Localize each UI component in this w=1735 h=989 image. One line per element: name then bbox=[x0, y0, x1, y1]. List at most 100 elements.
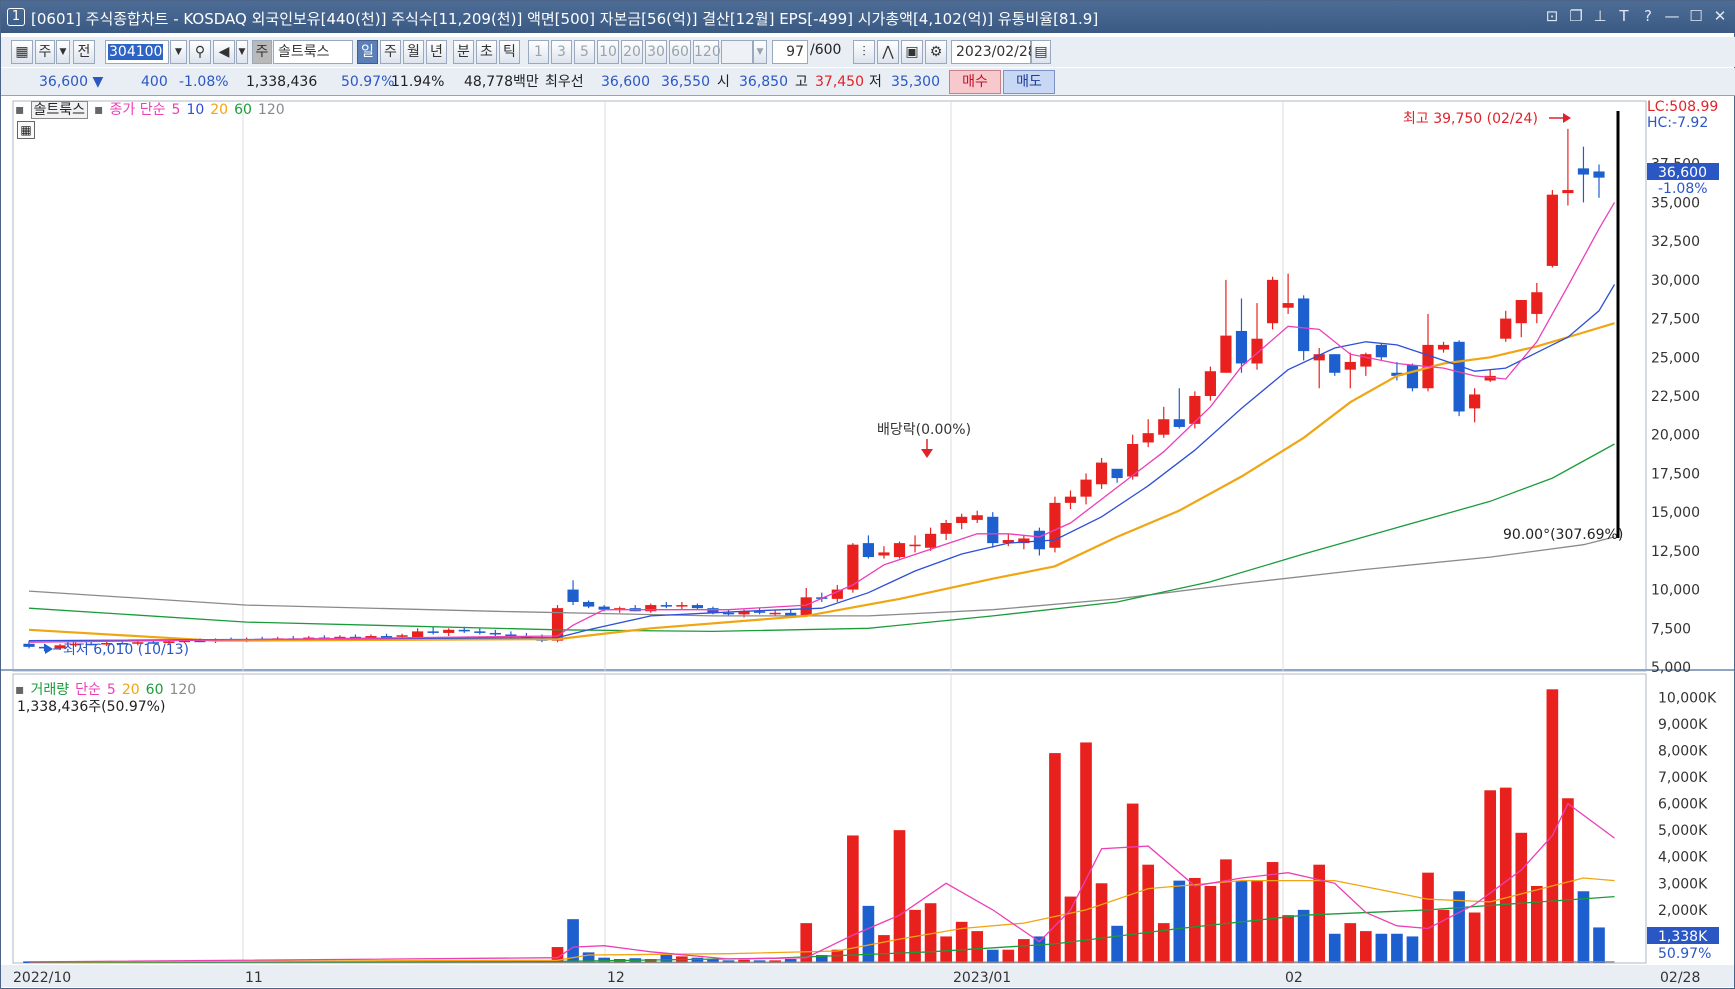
type-select[interactable]: 주 bbox=[35, 40, 55, 64]
code-input[interactable]: 304100 bbox=[105, 40, 169, 64]
price-axis-tick: 5,000 bbox=[1651, 660, 1691, 676]
volume-bar bbox=[893, 830, 906, 963]
help-icon[interactable]: ? bbox=[1638, 6, 1658, 26]
high-label: 고 bbox=[795, 74, 808, 90]
grid-table-icon[interactable]: ▦ bbox=[17, 121, 35, 139]
copy-window-icon[interactable]: ❐ bbox=[1566, 6, 1586, 26]
legend-ma60[interactable]: 60 bbox=[234, 102, 252, 118]
x-axis-label: 11 bbox=[245, 970, 263, 986]
candle-body bbox=[1577, 168, 1590, 175]
period-month-tab[interactable]: 월 bbox=[403, 40, 424, 64]
layout-icon[interactable]: ▦ bbox=[11, 40, 33, 64]
legend-ma-label[interactable]: 종가 단순 bbox=[110, 102, 166, 118]
turnover-value: 11.94% bbox=[391, 74, 445, 90]
period-minute-tab[interactable]: 분 bbox=[453, 40, 474, 64]
current-price: 36,600 ▼ bbox=[39, 71, 103, 93]
candle-body bbox=[1453, 341, 1465, 412]
sell-button[interactable]: 매도 bbox=[1003, 70, 1055, 94]
font-icon[interactable]: T bbox=[1614, 6, 1634, 26]
candle-body bbox=[971, 515, 983, 520]
volume-bar bbox=[1142, 864, 1155, 963]
search-icon[interactable]: ⚲ bbox=[189, 40, 211, 64]
speaker-icon[interactable]: ◀ bbox=[213, 40, 235, 64]
volume-bar bbox=[1360, 931, 1372, 963]
last-volume-pct-tag: 50.97% bbox=[1658, 946, 1711, 962]
candle-body bbox=[1173, 419, 1185, 427]
candle-body bbox=[800, 597, 812, 616]
count-input[interactable]: 97 bbox=[772, 40, 808, 64]
interval-60[interactable]: 60 bbox=[669, 40, 691, 64]
interval-1[interactable]: 1 bbox=[528, 40, 549, 64]
chart-window: 1 [0601] 주식종합차트 - KOSDAQ 외국인보유[440(천)] 주… bbox=[0, 0, 1735, 989]
period-tick-tab[interactable]: 틱 bbox=[499, 40, 520, 64]
interval-20[interactable]: 20 bbox=[621, 40, 643, 64]
legend-ma10[interactable]: 10 bbox=[186, 102, 204, 118]
date-input[interactable]: 2023/02/28 bbox=[951, 40, 1037, 64]
chart-area[interactable]: 5,000 7,500 10,000 12,500 15,000 17,500 20,000… bbox=[1, 97, 1734, 988]
chevron-down-icon[interactable]: ▼ bbox=[56, 40, 70, 64]
price-axis-tick: 30,000 bbox=[1651, 273, 1700, 289]
period-week-tab[interactable]: 주 bbox=[380, 40, 401, 64]
code-dropdown-icon[interactable]: ▼ bbox=[170, 40, 187, 64]
legend-ma5[interactable]: 5 bbox=[172, 102, 181, 118]
period-year-tab[interactable]: 년 bbox=[426, 40, 447, 64]
lc-label: LC:508.99 bbox=[1647, 99, 1718, 115]
calendar-icon[interactable]: ▤ bbox=[1031, 40, 1051, 64]
stock-name-field[interactable]: 솔트룩스 bbox=[273, 40, 353, 64]
tile-icon[interactable]: ⊡ bbox=[1542, 6, 1562, 26]
period-day-tab[interactable]: 일 bbox=[357, 40, 378, 64]
volume-value: 1,338,436 bbox=[246, 74, 318, 90]
volume-bar bbox=[986, 949, 999, 963]
candle-body bbox=[1111, 468, 1123, 479]
pin-icon[interactable]: ⊥ bbox=[1590, 6, 1610, 26]
prev-button[interactable]: 전 bbox=[73, 40, 95, 64]
volume-bar bbox=[1064, 896, 1077, 963]
candle-body bbox=[1266, 279, 1279, 324]
candle-body bbox=[1500, 318, 1512, 339]
legend-stock-name[interactable]: 솔트룩스 bbox=[30, 101, 89, 119]
volume-bar bbox=[1080, 742, 1092, 963]
candle-body bbox=[691, 605, 704, 609]
candle-body bbox=[1095, 462, 1108, 485]
legend-ma120[interactable]: 120 bbox=[258, 102, 285, 118]
range-annotation: 90.00°(307.69%) bbox=[1503, 527, 1623, 543]
interval-3[interactable]: 3 bbox=[551, 40, 572, 64]
volume-legend-ma120[interactable]: 120 bbox=[169, 682, 196, 698]
candle-body bbox=[23, 643, 35, 647]
volume-axis-tick: 6,000K bbox=[1658, 797, 1708, 813]
candle-body bbox=[893, 543, 906, 558]
volume-bar bbox=[1297, 909, 1310, 963]
interval-30[interactable]: 30 bbox=[645, 40, 667, 64]
code-value: 304100 bbox=[108, 44, 164, 60]
volume-axis-tick: 9,000K bbox=[1658, 717, 1708, 733]
volume-bar bbox=[1484, 790, 1497, 963]
candle-body bbox=[396, 635, 408, 637]
window-title: [0601] 주식종합차트 - KOSDAQ 외국인보유[440(천)] 주식수… bbox=[31, 10, 1099, 28]
price-legend: ▪ 솔트룩스 ▪ 종가 단순 5 10 20 60 120 bbox=[15, 99, 291, 119]
legend-square-icon: ▪ bbox=[94, 102, 104, 118]
period-second-tab[interactable]: 초 bbox=[476, 40, 497, 64]
candle-style-icon[interactable]: ⫶ bbox=[853, 40, 875, 64]
volume-bar bbox=[1095, 883, 1108, 963]
maximize-icon[interactable]: ☐ bbox=[1686, 6, 1706, 26]
speaker-dropdown-icon[interactable]: ▼ bbox=[236, 40, 248, 64]
buy-button[interactable]: 매수 bbox=[949, 70, 1001, 94]
volume-info: 1,338,436주(50.97%) bbox=[17, 699, 166, 715]
price-axis-tick: 17,500 bbox=[1651, 466, 1700, 482]
save-icon[interactable]: ▣ bbox=[901, 40, 923, 64]
minimize-icon[interactable]: — bbox=[1662, 6, 1682, 26]
interval-5[interactable]: 5 bbox=[574, 40, 595, 64]
legend-ma20[interactable]: 20 bbox=[210, 102, 228, 118]
line-style-icon[interactable]: ⋀ bbox=[877, 40, 899, 64]
candle-body bbox=[1437, 344, 1450, 350]
volume-bar bbox=[1033, 936, 1046, 963]
last-price-tag: 36,600 bbox=[1658, 165, 1707, 181]
interval-10[interactable]: 10 bbox=[597, 40, 619, 64]
gear-icon[interactable]: ⚙ bbox=[925, 40, 947, 64]
interval-custom-field[interactable] bbox=[721, 40, 753, 64]
close-icon[interactable]: ✕ bbox=[1710, 6, 1730, 26]
volume-panel-frame bbox=[12, 673, 1647, 964]
interval-120[interactable]: 120 bbox=[693, 40, 721, 64]
interval-dropdown-icon[interactable]: ▼ bbox=[753, 40, 767, 64]
volume-bar bbox=[1422, 872, 1434, 963]
